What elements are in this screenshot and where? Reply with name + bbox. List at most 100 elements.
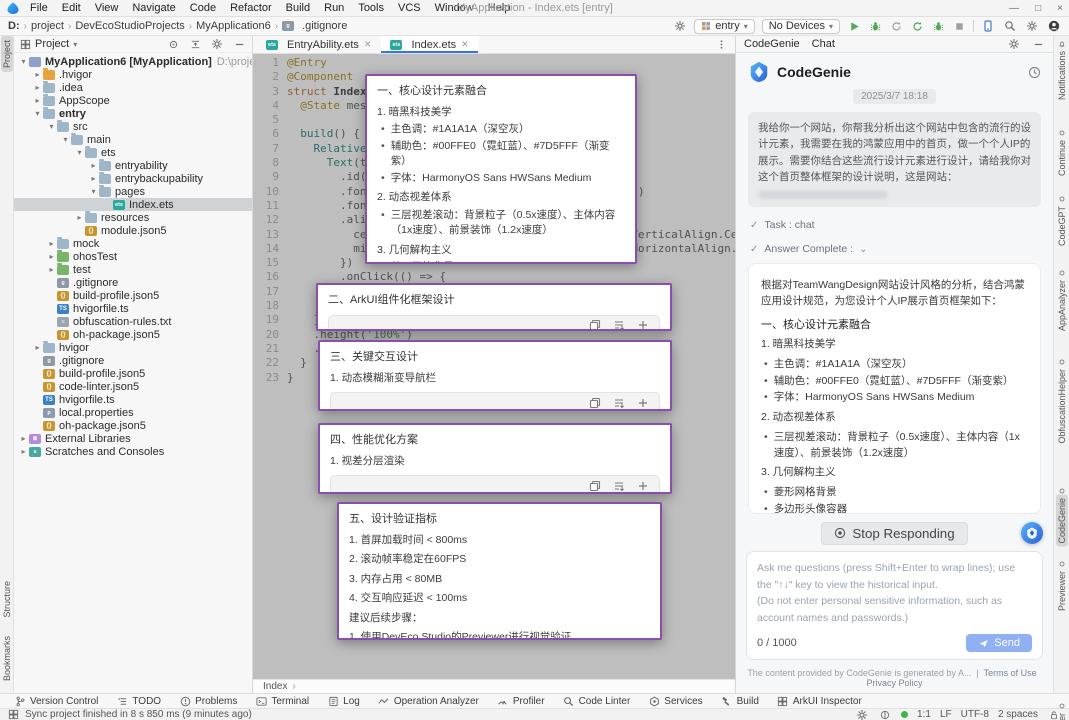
tree-item-code-linter-json5[interactable]: {}code-linter.json5 — [14, 380, 252, 393]
insert-icon[interactable] — [612, 396, 626, 410]
tree-item-entrybackupability[interactable]: ▸entrybackupability — [14, 172, 252, 185]
tree-item-myapplication6-myapplication-[interactable]: ▾MyApplication6 [MyApplication]D:\projec… — [14, 55, 252, 68]
tree-item-src[interactable]: ▾src — [14, 120, 252, 133]
debug2-icon[interactable] — [931, 19, 945, 33]
answer-status-row[interactable]: ✓Answer Complete :⌄ — [736, 243, 1053, 255]
tool-window-todo[interactable]: TODO — [116, 695, 161, 707]
debug-icon[interactable] — [868, 19, 882, 33]
close-icon[interactable]: × — [1057, 3, 1063, 14]
tool-tab-previewer[interactable]: Previewer — [1056, 568, 1068, 614]
tree-chevron-icon[interactable]: ▸ — [46, 252, 57, 261]
tool-tab-device-file-browser[interactable]: Device File Browser — [1056, 710, 1068, 720]
send-button[interactable]: Send — [966, 634, 1032, 652]
tool-tab-obfuscationhelper[interactable]: ObfuscationHelper — [1056, 366, 1068, 447]
minimize-icon[interactable]: — — [1009, 3, 1019, 14]
tree-item-obfuscation-rules-txt[interactable]: ≡obfuscation-rules.txt — [14, 315, 252, 328]
tool-window-profiler[interactable]: Profiler — [497, 695, 545, 707]
task-status-row[interactable]: ✓Task : chat — [736, 219, 1053, 231]
tool-window-arkui-inspector[interactable]: ArkUI Inspector — [777, 695, 862, 707]
tree-item-oh-package-json5[interactable]: {}oh-package.json5 — [14, 419, 252, 432]
tool-window-build[interactable]: Build — [721, 695, 759, 707]
tool-tab-project[interactable]: Project — [1, 36, 13, 72]
breadcrumb-item[interactable]: .gitignore — [302, 20, 347, 32]
maximize-icon[interactable]: □ — [1035, 3, 1041, 14]
tree-chevron-icon[interactable]: ▸ — [18, 447, 29, 456]
terms-link[interactable]: Terms of Use — [984, 668, 1037, 678]
menu-window[interactable]: Window — [435, 2, 474, 14]
tree-chevron-icon[interactable]: ▸ — [32, 70, 43, 79]
gear-icon[interactable] — [1025, 19, 1039, 33]
tab-close-icon[interactable]: ✕ — [461, 39, 469, 50]
profile-icon[interactable] — [1047, 19, 1061, 33]
tree-item-external-libraries[interactable]: ▸≣External Libraries — [14, 432, 252, 445]
tool-tab-codegpt[interactable]: CodeGPT — [1056, 203, 1068, 249]
tree-item-pages[interactable]: ▾pages — [14, 185, 252, 198]
tree-item-ohostest[interactable]: ▸ohosTest — [14, 250, 252, 263]
stop-icon[interactable] — [952, 19, 966, 33]
menu-edit[interactable]: Edit — [62, 2, 81, 14]
tool-window-version-control[interactable]: Version Control — [14, 695, 98, 707]
tree-item-test[interactable]: ▸test — [14, 263, 252, 276]
menu-vcs[interactable]: VCS — [398, 2, 421, 14]
tree-item-module-json5[interactable]: {}module.json5 — [14, 224, 252, 237]
menu-refactor[interactable]: Refactor — [230, 2, 272, 14]
tree-item-build-profile-json5[interactable]: {}build-profile.json5 — [14, 289, 252, 302]
tree-item-mock[interactable]: ▸mock — [14, 237, 252, 250]
status-item[interactable]: 2 spaces — [998, 709, 1038, 720]
tree-item-build-profile-json5[interactable]: {}build-profile.json5 — [14, 367, 252, 380]
tree-item--idea[interactable]: ▸.idea — [14, 81, 252, 94]
tree-chevron-icon[interactable]: ▾ — [32, 109, 43, 118]
tree-chevron-icon[interactable]: ▸ — [88, 174, 99, 183]
tree-item-scratches-and-consoles[interactable]: ▸sScratches and Consoles — [14, 445, 252, 458]
device-manager-icon[interactable] — [981, 19, 995, 33]
tree-item--gitignore[interactable]: g.gitignore — [14, 354, 252, 367]
tool-windows-icon[interactable] — [8, 709, 19, 720]
tool-tab-continue[interactable]: Continue — [1056, 137, 1068, 179]
tool-tab-appanalyzer[interactable]: AppAnalyzer — [1056, 277, 1068, 334]
project-view-dropdown[interactable]: ▾ — [73, 40, 77, 49]
tool-window-log[interactable]: Log — [327, 695, 360, 707]
plus-icon[interactable] — [636, 396, 650, 410]
chat-input[interactable]: Ask me questions (press Shift+Enter to w… — [746, 551, 1043, 660]
breadcrumb-item[interactable]: MyApplication6 — [196, 20, 271, 32]
tree-chevron-icon[interactable]: ▸ — [74, 213, 85, 222]
tab-chat[interactable]: Chat — [812, 38, 835, 50]
tree-chevron-icon[interactable]: ▾ — [46, 122, 57, 131]
tree-item-ets[interactable]: ▾ets — [14, 146, 252, 159]
plus-icon[interactable] — [636, 318, 650, 331]
tree-chevron-icon[interactable]: ▸ — [32, 96, 43, 105]
menu-build[interactable]: Build — [286, 2, 310, 14]
tree-item-main[interactable]: ▾main — [14, 133, 252, 146]
tree-item-entry[interactable]: ▾entry — [14, 107, 252, 120]
tree-chevron-icon[interactable]: ▸ — [18, 434, 29, 443]
tool-window-services[interactable]: Services — [648, 695, 702, 707]
tree-item-resources[interactable]: ▸resources — [14, 211, 252, 224]
locate-icon[interactable] — [166, 37, 180, 51]
gear-icon[interactable] — [210, 37, 224, 51]
plus-icon[interactable] — [636, 479, 650, 493]
editor-more-icon[interactable] — [708, 36, 735, 53]
editor-tab-entryability-ets[interactable]: etsEntryAbility.ets✕ — [257, 36, 381, 53]
editor-tab-index-ets[interactable]: etsIndex.ets✕ — [381, 36, 478, 53]
tree-item--gitignore[interactable]: g.gitignore — [14, 276, 252, 289]
rerun-grey-icon[interactable] — [889, 19, 903, 33]
history-icon[interactable] — [1027, 65, 1041, 79]
status-item[interactable]: LF — [940, 709, 952, 720]
panel-settings-icon[interactable] — [1007, 37, 1021, 51]
tool-window-operation-analyzer[interactable]: Operation Analyzer — [378, 695, 479, 707]
tool-tab-structure[interactable]: Structure — [1, 577, 13, 622]
search-icon[interactable] — [1003, 19, 1017, 33]
editor-breadcrumb[interactable]: Index› — [253, 679, 735, 693]
privacy-link[interactable]: Privacy Policy — [866, 678, 922, 688]
insert-icon[interactable] — [612, 479, 626, 493]
tree-chevron-icon[interactable]: ▸ — [32, 343, 43, 352]
tree-chevron-icon[interactable]: ▸ — [46, 265, 57, 274]
play-icon[interactable] — [847, 19, 861, 33]
tree-item-oh-package-json5[interactable]: {}oh-package.json5 — [14, 328, 252, 341]
tool-tab-codegenie[interactable]: CodeGenie — [1056, 495, 1068, 547]
tree-chevron-icon[interactable]: ▾ — [60, 135, 71, 144]
minus-icon[interactable] — [232, 37, 246, 51]
menu-run[interactable]: Run — [324, 2, 344, 14]
tree-chevron-icon[interactable]: ▸ — [32, 83, 43, 92]
menu-file[interactable]: File — [30, 2, 48, 14]
